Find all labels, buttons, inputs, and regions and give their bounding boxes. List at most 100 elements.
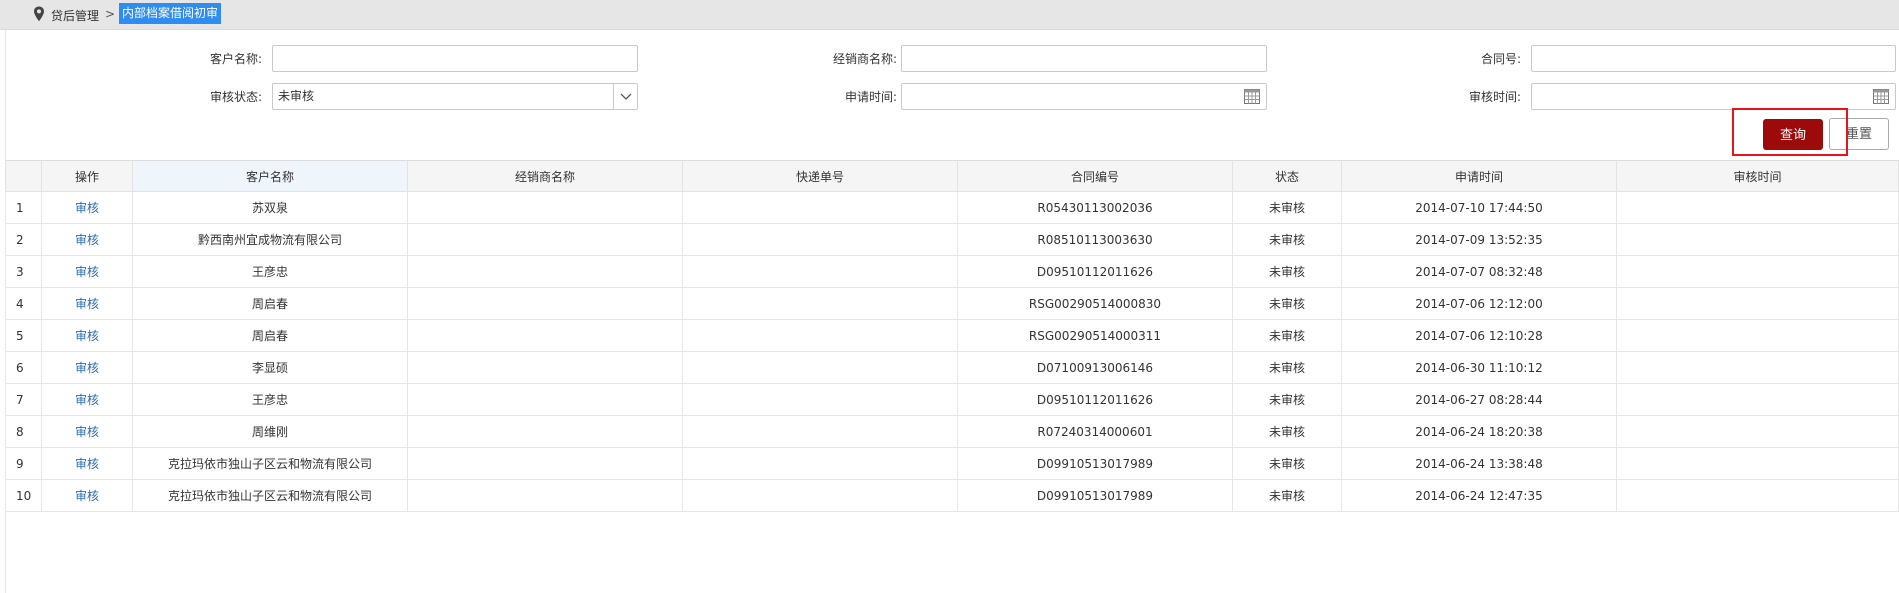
review-time-cell [1616, 415, 1899, 448]
contract-number-cell: D07100913006146 [957, 351, 1233, 384]
dealer-name-cell [407, 479, 683, 512]
row-index: 5 [5, 319, 42, 352]
status-cell: 未审核 [1232, 287, 1342, 320]
review-time-cell [1616, 191, 1899, 224]
dealer-name-label: 经销商名称: [832, 52, 897, 66]
review-link[interactable]: 审核 [75, 489, 99, 503]
review-time-cell [1616, 383, 1899, 416]
review-time-input[interactable] [1531, 83, 1896, 110]
action-cell: 审核 [41, 287, 133, 320]
header-contract-number[interactable]: 合同编号 [957, 160, 1233, 192]
review-time-cell [1616, 479, 1899, 512]
header-status[interactable]: 状态 [1232, 160, 1342, 192]
review-link[interactable]: 审核 [75, 393, 99, 407]
customer-name-cell: 周启春 [132, 319, 408, 352]
status-cell: 未审核 [1232, 351, 1342, 384]
table-row[interactable]: 4 审核 周启春 RSG00290514000830 未审核 2014-07-06 12:… [5, 287, 1899, 320]
review-link[interactable]: 审核 [75, 457, 99, 471]
chevron-down-icon[interactable] [613, 84, 637, 109]
contract-number-cell: RSG00290514000830 [957, 287, 1233, 320]
review-time-cell [1616, 319, 1899, 352]
location-pin-icon [34, 6, 44, 22]
row-index: 8 [5, 415, 42, 448]
status-cell: 未审核 [1232, 383, 1342, 416]
review-status-value: 未审核 [278, 89, 315, 103]
review-link[interactable]: 审核 [75, 361, 99, 375]
header-action[interactable]: 操作 [41, 160, 133, 192]
table-row[interactable]: 1 审核 苏双泉 R05430113002036 未审核 2014-07-10 17:44… [5, 191, 1899, 224]
customer-name-cell: 黔西南州宜成物流有限公司 [132, 223, 408, 256]
dealer-name-cell [407, 223, 683, 256]
review-link[interactable]: 审核 [75, 329, 99, 343]
contract-number-input[interactable] [1531, 45, 1896, 72]
row-index: 10 [5, 479, 42, 512]
table-row[interactable]: 6 审核 李显硕 D07100913006146 未审核 2014-06-30 11:10… [5, 351, 1899, 384]
apply-time-cell: 2014-06-27 08:28:44 [1341, 383, 1617, 416]
row-index: 2 [5, 223, 42, 256]
review-link[interactable]: 审核 [75, 297, 99, 311]
calendar-icon[interactable] [1244, 89, 1260, 104]
table-row[interactable]: 7 审核 王彦忠 D09510112011626 未审核 2014-06-27 08:28… [5, 383, 1899, 416]
dealer-name-cell [407, 319, 683, 352]
apply-time-input[interactable] [901, 83, 1267, 110]
express-number-cell [682, 479, 958, 512]
reset-button[interactable]: 重置 [1829, 118, 1889, 150]
contract-number-cell: RSG00290514000311 [957, 319, 1233, 352]
header-index [5, 160, 42, 192]
header-apply-time[interactable]: 申请时间 [1341, 160, 1617, 192]
customer-name-cell: 李显硕 [132, 351, 408, 384]
action-cell: 审核 [41, 191, 133, 224]
status-cell: 未审核 [1232, 223, 1342, 256]
calendar-icon[interactable] [1873, 89, 1889, 104]
action-cell: 审核 [41, 223, 133, 256]
status-cell: 未审核 [1232, 191, 1342, 224]
apply-time-cell: 2014-07-10 17:44:50 [1341, 191, 1617, 224]
review-link[interactable]: 审核 [75, 425, 99, 439]
status-cell: 未审核 [1232, 319, 1342, 352]
table-row[interactable]: 3 审核 王彦忠 D09510112011626 未审核 2014-07-07 08:32… [5, 255, 1899, 288]
header-express-number[interactable]: 快递单号 [682, 160, 958, 192]
customer-name-cell: 克拉玛依市独山子区云和物流有限公司 [132, 447, 408, 480]
apply-time-cell: 2014-06-24 12:47:35 [1341, 479, 1617, 512]
status-cell: 未审核 [1232, 415, 1342, 448]
dealer-name-cell [407, 191, 683, 224]
table-row[interactable]: 9 审核 克拉玛依市独山子区云和物流有限公司 D09910513017989 未审核 20… [5, 447, 1899, 480]
header-review-time[interactable]: 审核时间 [1616, 160, 1899, 192]
customer-name-label: 客户名称: [209, 52, 262, 66]
express-number-cell [682, 447, 958, 480]
review-link[interactable]: 审核 [75, 233, 99, 247]
review-status-select[interactable]: 未审核 [272, 83, 638, 110]
express-number-cell [682, 223, 958, 256]
action-cell: 审核 [41, 479, 133, 512]
breadcrumb-bar: 贷后管理 > 内部档案借阅初审 [0, 0, 1899, 30]
query-button[interactable]: 查询 [1763, 119, 1823, 150]
breadcrumb-home[interactable]: 贷后管理 [51, 7, 99, 24]
dealer-name-input[interactable] [901, 45, 1267, 72]
status-cell: 未审核 [1232, 447, 1342, 480]
express-number-cell [682, 351, 958, 384]
status-cell: 未审核 [1232, 255, 1342, 288]
review-time-cell [1616, 255, 1899, 288]
customer-name-cell: 王彦忠 [132, 255, 408, 288]
express-number-cell [682, 191, 958, 224]
table-row[interactable]: 8 审核 周维刚 R07240314000601 未审核 2014-06-24 18:20… [5, 415, 1899, 448]
express-number-cell [682, 287, 958, 320]
header-customer-name[interactable]: 客户名称 [132, 160, 408, 192]
header-dealer-name[interactable]: 经销商名称 [407, 160, 683, 192]
customer-name-input[interactable] [272, 45, 638, 72]
contract-number-cell: R07240314000601 [957, 415, 1233, 448]
review-link[interactable]: 审核 [75, 265, 99, 279]
action-cell: 审核 [41, 319, 133, 352]
express-number-cell [682, 383, 958, 416]
table-row[interactable]: 5 审核 周启春 RSG00290514000311 未审核 2014-07-06 12:… [5, 319, 1899, 352]
table-row[interactable]: 2 审核 黔西南州宜成物流有限公司 R08510113003630 未审核 2014-07… [5, 223, 1899, 256]
breadcrumb-separator: > [105, 7, 116, 21]
dealer-name-cell [407, 287, 683, 320]
breadcrumb-current: 内部档案借阅初审 [119, 3, 222, 24]
contract-number-cell: R08510113003630 [957, 223, 1233, 256]
customer-name-cell: 周维刚 [132, 415, 408, 448]
table-row[interactable]: 10 审核 克拉玛依市独山子区云和物流有限公司 D09910513017989 未审核 2… [5, 479, 1899, 512]
apply-time-cell: 2014-07-09 13:52:35 [1341, 223, 1617, 256]
apply-time-cell: 2014-07-06 12:12:00 [1341, 287, 1617, 320]
review-link[interactable]: 审核 [75, 201, 99, 215]
